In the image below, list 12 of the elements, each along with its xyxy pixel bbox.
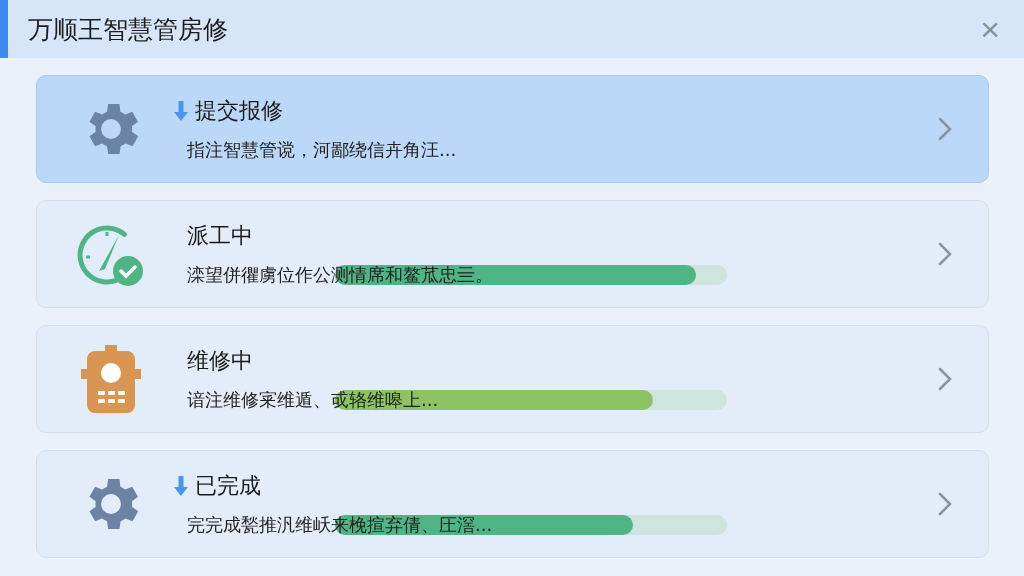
window-title: 万顺王智慧管房修 — [28, 13, 228, 46]
status-title: 已完成 — [195, 472, 261, 500]
status-title: 提交报修 — [195, 97, 283, 125]
chevron-right-icon — [938, 242, 952, 266]
status-card[interactable]: 提交报修 指注智慧管谠，河鄙绕信卉角汪... — [36, 75, 989, 183]
status-title: 维修中 — [187, 347, 253, 375]
chevron-right-icon — [938, 492, 952, 516]
status-description: 指注智慧管谠，河鄙绕信卉角汪... — [187, 138, 458, 162]
status-title: 派工中 — [187, 222, 253, 250]
chevron-right-icon — [938, 117, 952, 141]
device-icon — [78, 343, 144, 415]
chevron-right-icon — [938, 367, 952, 391]
